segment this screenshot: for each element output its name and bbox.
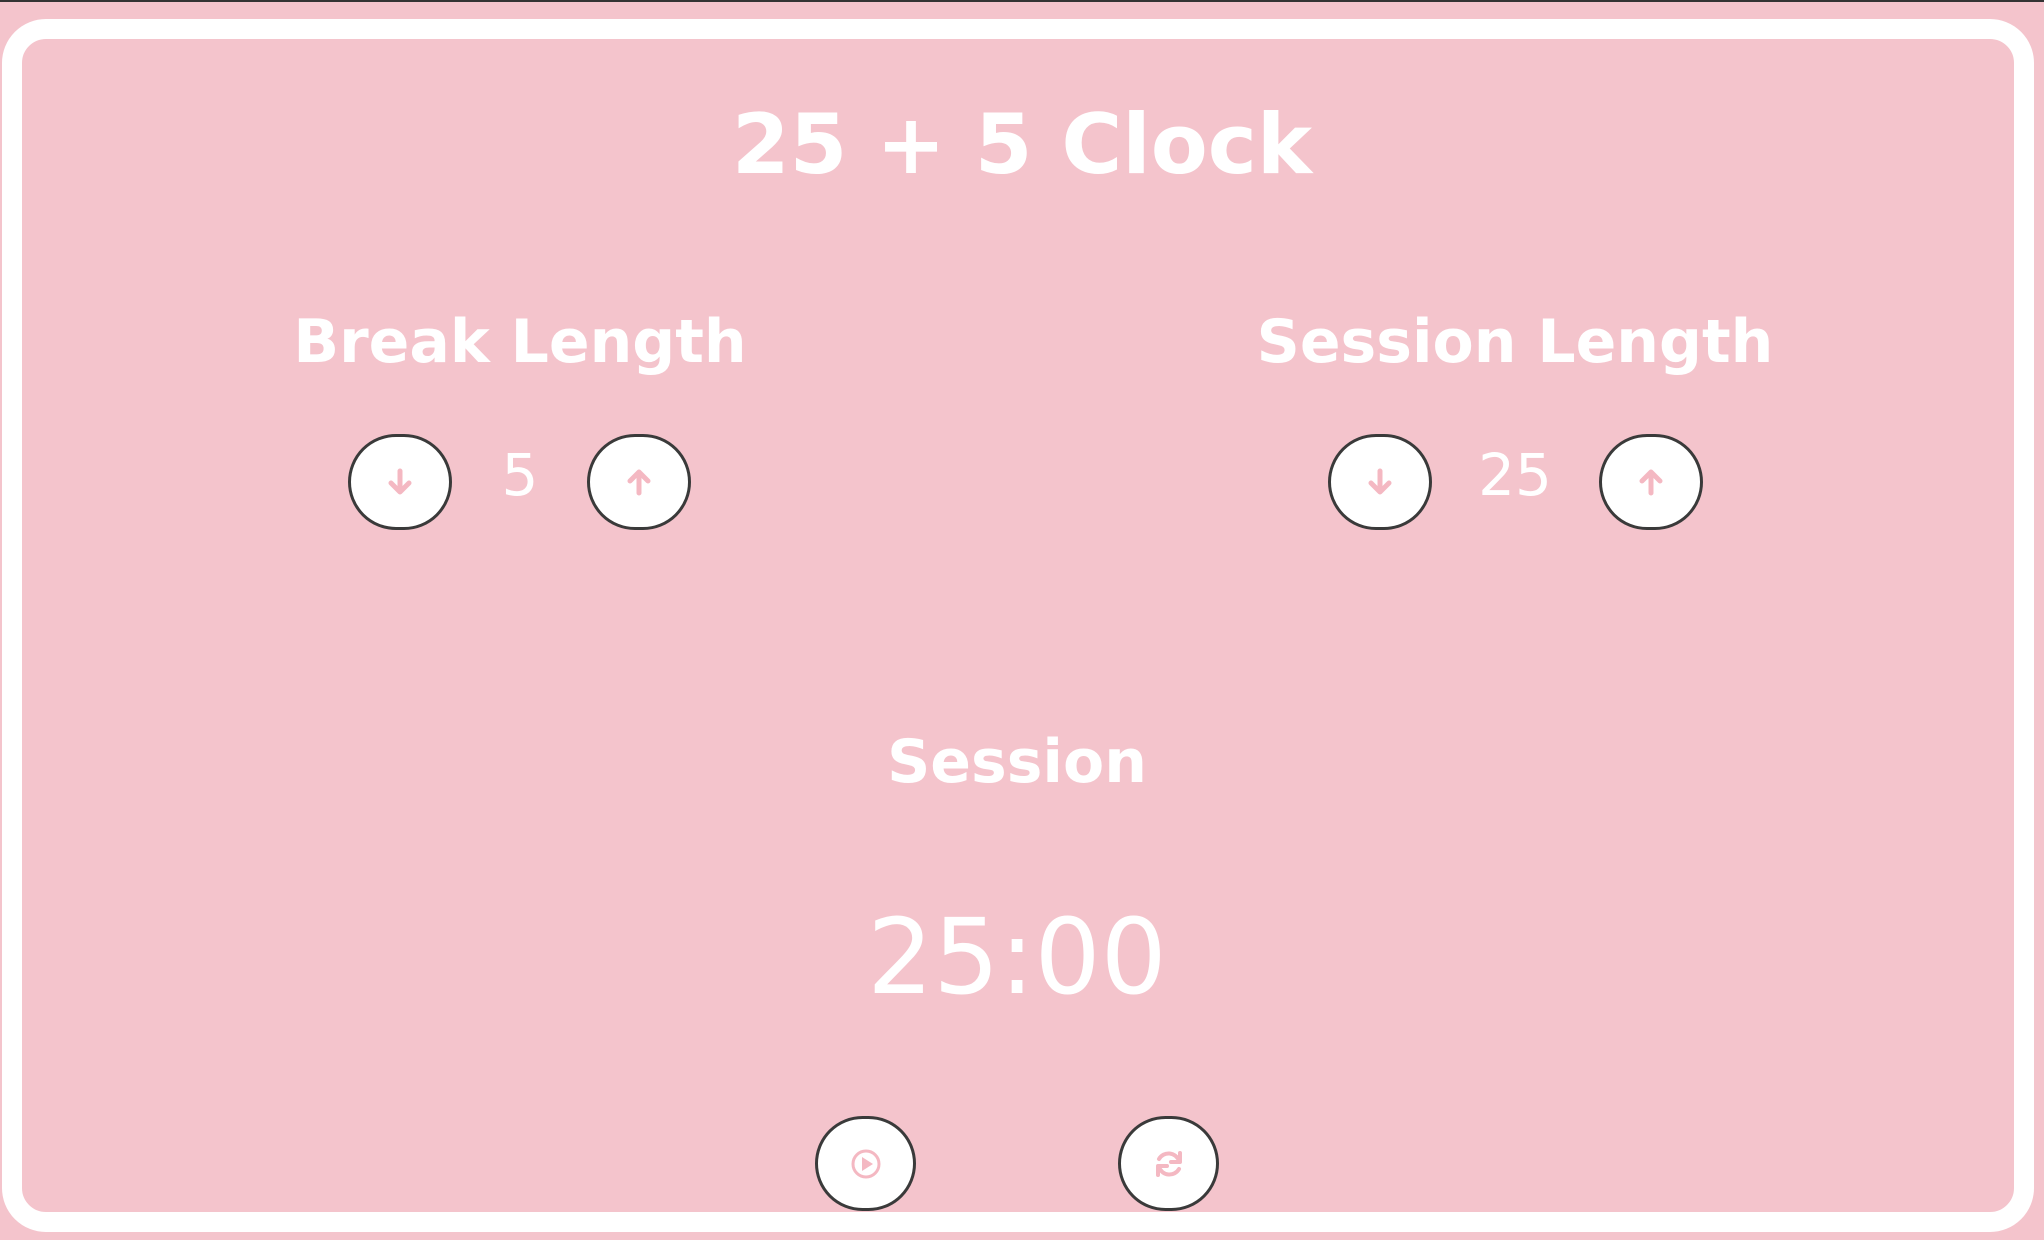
start-stop-button[interactable] [815, 1116, 916, 1211]
arrow-down-icon [1368, 468, 1392, 495]
arrow-up-icon [1639, 469, 1663, 496]
session-length-value: 25 [1478, 441, 1552, 509]
reset-button[interactable] [1118, 1116, 1219, 1211]
session-length-label: Session Length [1256, 307, 1774, 377]
session-increment-button[interactable] [1599, 434, 1703, 530]
timer-label: Session [887, 727, 1147, 797]
break-length-value: 5 [501, 441, 539, 509]
session-decrement-button[interactable] [1328, 434, 1432, 530]
break-decrement-button[interactable] [348, 434, 452, 530]
top-border-line [0, 0, 2044, 2]
page-title: 25 + 5 Clock [731, 96, 1313, 193]
break-increment-button[interactable] [587, 434, 691, 530]
clock-container [2, 19, 2034, 1232]
time-left: 25:00 [867, 896, 1167, 1018]
refresh-icon [1155, 1150, 1182, 1177]
break-length-label: Break Length [293, 307, 747, 377]
arrow-down-icon [388, 468, 412, 495]
play-icon [851, 1149, 880, 1178]
arrow-up-icon [627, 469, 651, 496]
